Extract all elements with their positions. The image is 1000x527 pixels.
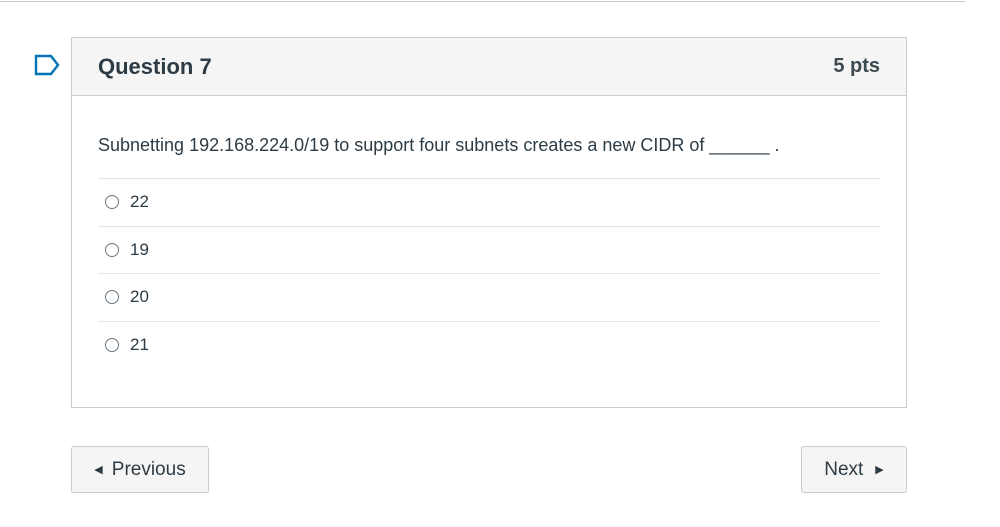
radio-button[interactable]: [105, 337, 119, 352]
answer-option[interactable]: 22: [98, 178, 880, 226]
question-header: Question 7 5 pts: [72, 38, 906, 96]
flag-outline-icon[interactable]: [34, 54, 60, 76]
question-points: 5 pts: [833, 55, 880, 77]
triangle-left-icon: ◀: [94, 464, 103, 476]
answer-label[interactable]: 22: [130, 192, 149, 212]
answer-label[interactable]: 19: [130, 240, 149, 260]
answer-option[interactable]: 20: [98, 273, 880, 321]
previous-button[interactable]: ◀ Previous: [71, 446, 209, 493]
question-body: Subnetting 192.168.224.0/19 to support f…: [72, 96, 906, 368]
next-button[interactable]: Next ▶: [801, 446, 907, 493]
radio-button[interactable]: [105, 195, 119, 210]
radio-button[interactable]: [105, 290, 119, 305]
question-text: Subnetting 192.168.224.0/19 to support f…: [98, 135, 780, 155]
answer-label[interactable]: 20: [130, 287, 149, 307]
top-divider: [0, 1, 965, 2]
answer-list: 22 19 20 21: [98, 178, 880, 368]
answer-option[interactable]: 19: [98, 225, 880, 274]
triangle-right-icon: ▶: [875, 464, 884, 476]
answer-option[interactable]: 21: [98, 320, 880, 369]
previous-button-label: Previous: [111, 458, 186, 480]
radio-button[interactable]: [105, 242, 119, 257]
answer-label[interactable]: 21: [130, 335, 149, 355]
next-button-label: Next: [824, 458, 864, 480]
question-card: Question 7 5 pts Subnetting 192.168.224.…: [71, 37, 907, 408]
question-title: Question 7: [98, 53, 212, 79]
